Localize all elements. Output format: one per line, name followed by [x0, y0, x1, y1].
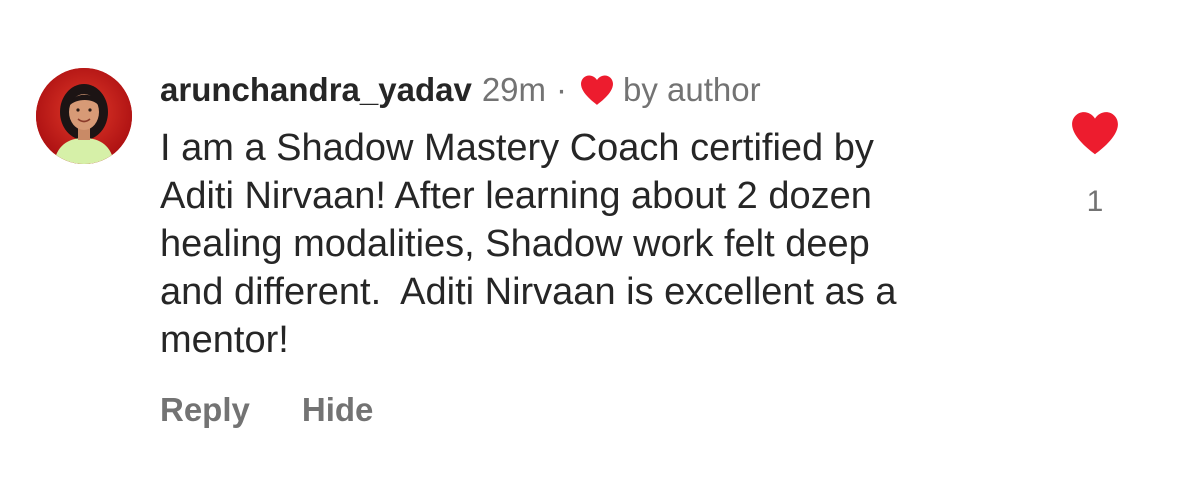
heart-icon	[579, 74, 615, 106]
hide-button[interactable]: Hide	[302, 388, 374, 432]
author-badge-label: by author	[623, 71, 761, 108]
comment-text: I am a Shadow Mastery Coach certified by…	[160, 127, 897, 361]
like-count: 1	[1086, 185, 1104, 218]
like-button[interactable]	[1070, 110, 1120, 156]
comment: arunchandra_yadav 29m · by author I am a…	[0, 0, 1179, 486]
comment-header: arunchandra_yadav 29m · by author	[160, 68, 761, 112]
separator-dot: ·	[556, 71, 568, 108]
timestamp: 29m	[481, 71, 547, 108]
username-link[interactable]: arunchandra_yadav	[160, 68, 472, 112]
comment-actions: Reply Hide	[160, 388, 373, 432]
avatar-image	[36, 68, 132, 164]
avatar[interactable]	[36, 68, 132, 164]
reply-button[interactable]: Reply	[160, 388, 250, 432]
heart-icon	[1072, 112, 1118, 155]
